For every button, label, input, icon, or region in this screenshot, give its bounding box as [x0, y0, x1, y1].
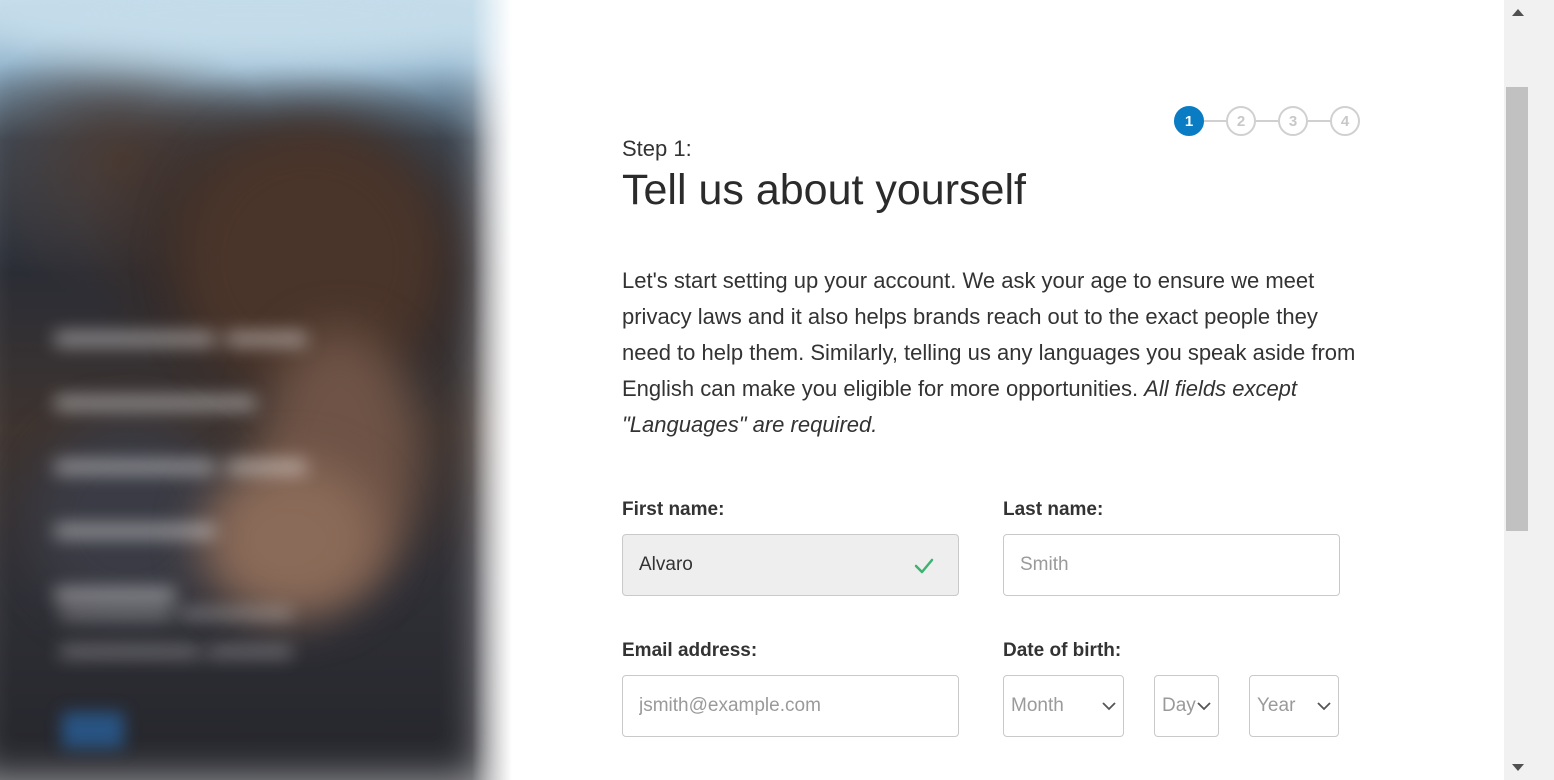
step-label: Step 1:	[622, 136, 692, 161]
scroll-down-arrow-icon[interactable]	[1512, 764, 1524, 771]
step-connector	[1204, 120, 1226, 122]
scrollbar-thumb[interactable]	[1506, 87, 1528, 531]
checkmark-icon	[914, 558, 934, 574]
first-name-field[interactable]	[622, 534, 959, 596]
dob-year-select[interactable]: Year	[1249, 675, 1339, 737]
dob-year-value: Year	[1257, 695, 1296, 716]
dob-label: Date of birth:	[1003, 640, 1122, 661]
email-field[interactable]	[622, 675, 959, 737]
hero-subtext-blurred: ▬▬▬▬ ▬▬▬▬ ▬▬▬▬▬ ▬▬▬	[60, 593, 292, 662]
hero-image: ▬▬▬▬ ▬▬ ▬▬▬▬▬ ▬▬▬▬ ▬▬ ▬▬▬▬ ▬▬▬ ▬▬▬▬ ▬▬▬▬ ▬▬▬▬…	[0, 0, 512, 780]
step-2-indicator: 2	[1226, 106, 1256, 136]
vertical-scrollbar[interactable]	[1504, 0, 1554, 780]
dob-day-select[interactable]: Day	[1154, 675, 1219, 737]
hero-button-blurred	[62, 712, 124, 748]
intro-paragraph: Let's start setting up your account. We …	[622, 263, 1362, 443]
hero-fade	[472, 0, 512, 780]
chevron-down-icon	[1197, 702, 1211, 711]
step-3-indicator: 3	[1278, 106, 1308, 136]
step-4-indicator: 4	[1330, 106, 1360, 136]
dob-month-select[interactable]: Month	[1003, 675, 1124, 737]
page-title: Tell us about yourself	[622, 166, 1026, 214]
step-connector	[1308, 120, 1330, 122]
dob-month-value: Month	[1011, 695, 1064, 716]
step-1-indicator: 1	[1174, 106, 1204, 136]
last-name-label: Last name:	[1003, 499, 1104, 520]
chevron-down-icon	[1317, 702, 1331, 711]
step-connector	[1256, 120, 1278, 122]
signup-page: ▬▬▬▬ ▬▬ ▬▬▬▬▬ ▬▬▬▬ ▬▬ ▬▬▬▬ ▬▬▬ ▬▬▬▬ ▬▬▬▬ ▬▬▬▬…	[0, 0, 1554, 780]
email-label: Email address:	[622, 640, 758, 661]
first-name-label: First name:	[622, 499, 725, 520]
dob-day-value: Day	[1162, 695, 1196, 716]
last-name-field[interactable]	[1003, 534, 1340, 596]
scroll-up-arrow-icon[interactable]	[1512, 9, 1524, 16]
chevron-down-icon	[1102, 702, 1116, 711]
progress-stepper: 1 2 3 4	[1174, 106, 1360, 136]
hero-heading-blurred: ▬▬▬▬ ▬▬ ▬▬▬▬▬ ▬▬▬▬ ▬▬ ▬▬▬▬ ▬▬▬	[55, 310, 307, 610]
